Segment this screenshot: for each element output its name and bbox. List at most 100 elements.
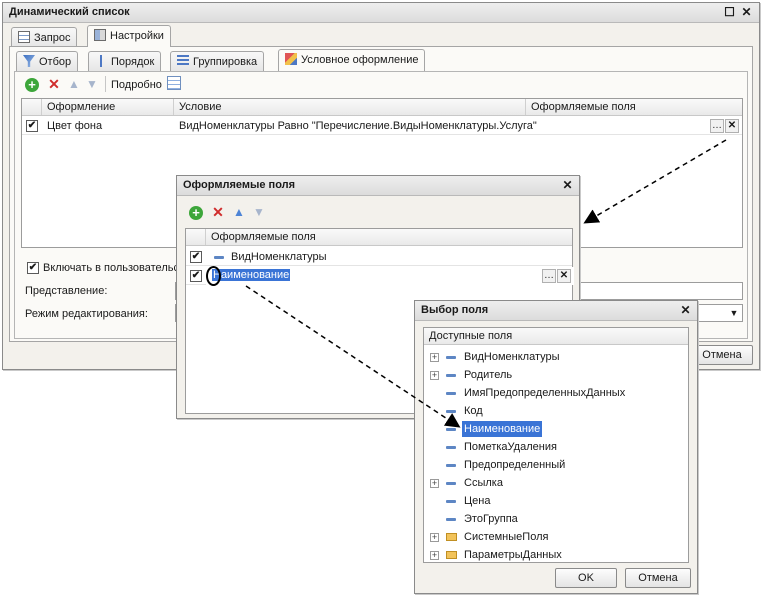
expand-icon[interactable]: + xyxy=(430,353,439,362)
tree-item-label: ИмяПредопределенныхДанных xyxy=(464,387,626,399)
table-icon xyxy=(18,31,30,43)
subtab-grouping[interactable]: Группировка xyxy=(170,51,265,71)
subtab-filter[interactable]: Отбор xyxy=(16,51,79,71)
expand-icon[interactable]: + xyxy=(430,551,439,560)
chevron-down-icon[interactable]: ▼ xyxy=(726,305,742,321)
clear-icon[interactable]: ✕ xyxy=(557,269,571,283)
check-column-header xyxy=(22,99,42,115)
ok-button[interactable]: OK xyxy=(555,568,617,588)
tab-settings-label: Настройки xyxy=(110,30,164,42)
tree-settings-icon[interactable] xyxy=(167,76,181,90)
subtab-conditional-appearance[interactable]: Условное оформление xyxy=(278,49,426,71)
tree-header: Доступные поля xyxy=(424,328,688,345)
column-style[interactable]: Оформление xyxy=(42,99,174,115)
maximize-icon[interactable]: ☐ xyxy=(722,5,737,20)
fields-table-header: Оформляемые поля xyxy=(186,229,572,246)
subtab-grouping-label: Группировка xyxy=(193,56,258,68)
add-icon[interactable]: + xyxy=(25,78,39,92)
tree-item-label: ВидНоменклатуры xyxy=(464,351,560,363)
field-icon xyxy=(446,500,456,503)
tree-item-label: СистемныеПоля xyxy=(464,531,549,543)
main-cancel-button[interactable]: Отмена xyxy=(691,345,753,365)
subtab-order-label: Порядок xyxy=(111,56,155,68)
tree-item-label: ПометкаУдаления xyxy=(464,441,557,453)
cancel-button[interactable]: Отмена xyxy=(625,568,691,588)
field-icon xyxy=(446,428,456,431)
field-icon xyxy=(446,374,456,377)
folder-icon xyxy=(446,533,457,541)
choose-button[interactable]: … xyxy=(710,119,724,133)
move-up-icon[interactable]: ▲ xyxy=(232,205,246,219)
move-up-icon[interactable]: ▲ xyxy=(67,77,81,91)
table-header: Оформление Условие Оформляемые поля xyxy=(22,99,742,116)
tree-item-label: Родитель xyxy=(464,369,513,381)
toolbar-separator xyxy=(105,76,106,92)
field-icon xyxy=(446,518,456,521)
delete-icon[interactable]: ✕ xyxy=(47,77,61,91)
choose-button[interactable]: … xyxy=(542,269,556,283)
row-checkbox[interactable]: ✔ xyxy=(190,251,202,263)
column-condition[interactable]: Условие xyxy=(174,99,526,115)
include-label: Включать в пользовательски xyxy=(43,262,190,274)
close-icon[interactable]: ✕ xyxy=(739,5,754,20)
main-title: Динамический список xyxy=(9,6,130,18)
check-column-header xyxy=(186,229,206,245)
field-icon xyxy=(446,482,456,485)
expand-icon[interactable]: + xyxy=(430,479,439,488)
column-fields[interactable]: Оформляемые поля xyxy=(526,99,742,115)
row-checkbox[interactable]: ✔ xyxy=(26,120,38,132)
close-icon[interactable]: ✕ xyxy=(678,303,693,318)
presentation-label: Представление: xyxy=(25,285,108,297)
tab-settings[interactable]: Настройки xyxy=(87,25,171,47)
row-checkbox[interactable]: ✔ xyxy=(190,270,202,282)
field-icon xyxy=(446,392,456,395)
close-icon[interactable]: ✕ xyxy=(560,178,575,193)
field-icon xyxy=(446,446,456,449)
add-icon[interactable]: + xyxy=(189,206,203,220)
tree-item-label: Предопределенный xyxy=(464,459,566,471)
sort-icon xyxy=(95,55,107,67)
table-row[interactable]: ✔ Цвет фона ВидНоменклатуры Равно "Переч… xyxy=(22,117,742,135)
tree-header-label: Доступные поля xyxy=(429,330,513,342)
tree-body: + ВидНоменклатуры + Родитель ИмяПредопре… xyxy=(424,348,688,562)
tab-query-label: Запрос xyxy=(34,32,71,44)
expand-icon[interactable]: + xyxy=(430,371,439,380)
brush-icon xyxy=(285,53,297,65)
field-icon xyxy=(214,256,224,259)
row-field: ВидНоменклатуры xyxy=(231,251,327,263)
details-button[interactable]: Подробно xyxy=(111,79,162,91)
subtab-filter-label: Отбор xyxy=(39,56,72,68)
table-row[interactable]: ✔ ВидНоменклатуры xyxy=(186,248,572,266)
table-row[interactable]: ✔ Наименование … ✕ xyxy=(186,266,574,286)
field-icon xyxy=(446,464,456,467)
grouping-icon xyxy=(177,55,189,67)
main-titlebar: Динамический список ☐ ✕ xyxy=(3,3,759,23)
row-field-selected: Наименование xyxy=(212,269,291,281)
row-style: Цвет фона xyxy=(47,120,103,132)
include-checkbox[interactable]: ✔ xyxy=(27,262,39,274)
row-condition: ВидНоменклатуры Равно "Перечисление.Виды… xyxy=(179,120,537,132)
edit-mode-label: Режим редактирования: xyxy=(25,308,148,320)
choose-dialog-title: Выбор поля xyxy=(421,304,489,316)
cursor-circle-marker xyxy=(206,266,221,286)
field-icon xyxy=(446,356,456,359)
delete-icon[interactable]: ✕ xyxy=(211,205,225,219)
filter-icon xyxy=(23,55,35,67)
move-down-icon[interactable]: ▼ xyxy=(85,77,99,91)
fields-dialog-titlebar: Оформляемые поля ✕ xyxy=(177,176,579,196)
expand-icon[interactable]: + xyxy=(430,533,439,542)
available-fields-tree: Доступные поля + ВидНоменклатуры + Родит… xyxy=(423,327,689,563)
move-down-icon[interactable]: ▼ xyxy=(252,205,266,219)
field-icon xyxy=(446,410,456,413)
row-field-edit[interactable]: Наименование xyxy=(206,267,574,285)
column-fields[interactable]: Оформляемые поля xyxy=(206,229,572,245)
tab-query[interactable]: Запрос xyxy=(11,27,78,47)
tree-item-label: ПараметрыДанных xyxy=(464,549,562,561)
clear-icon[interactable]: ✕ xyxy=(725,119,739,133)
choose-field-dialog: Выбор поля ✕ Доступные поля + ВидНоменкл… xyxy=(414,300,698,594)
subtab-order[interactable]: Порядок xyxy=(88,51,162,71)
tree-item-label: Код xyxy=(464,405,483,417)
choose-dialog-titlebar: Выбор поля ✕ xyxy=(415,301,697,321)
tree-item-label: Наименование xyxy=(462,421,543,437)
settings-icon xyxy=(94,29,106,41)
